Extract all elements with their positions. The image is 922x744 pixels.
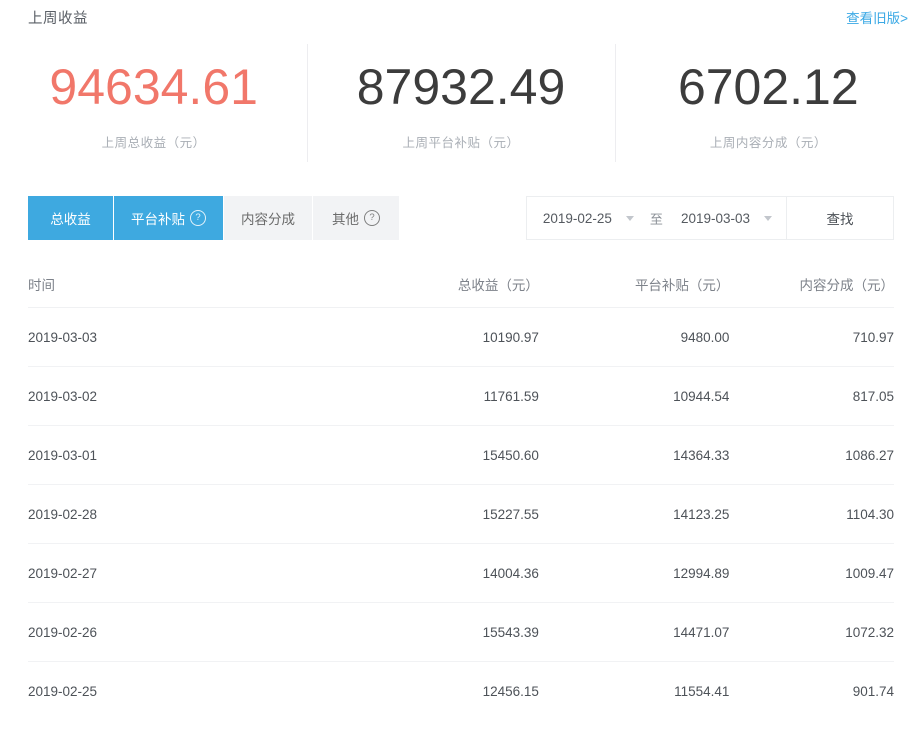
stat-value-content-share: 6702.12 bbox=[677, 59, 859, 115]
cell-subsidy: 11554.41 bbox=[674, 684, 730, 699]
cell-content-share: 1086.27 bbox=[729, 425, 894, 485]
stat-label-content-share: 上周内容分成（元） bbox=[709, 136, 827, 150]
stat-value-platform-subsidy: 87932.49 bbox=[356, 59, 566, 115]
table-header-row: 时间 总收益（元） 平台补贴（元） 内容分成（元） bbox=[28, 262, 894, 308]
cell-date: 2019-03-02 bbox=[28, 366, 340, 426]
cell-total-earnings: 14004.36 bbox=[339, 543, 539, 603]
search-button[interactable]: 查找 bbox=[786, 197, 893, 239]
cell-content-share: 1009.47 bbox=[729, 543, 894, 603]
tab-platform-subsidy[interactable]: 平台补贴 ? bbox=[114, 196, 224, 240]
date-range-picker: 2019-02-25 至 2019-03-03 查找 bbox=[525, 196, 894, 240]
cell-date: 2019-02-27 bbox=[28, 543, 340, 603]
cell-total-earnings: 10190.97 bbox=[339, 307, 539, 367]
cell-subsidy: 10944.54 bbox=[538, 366, 730, 426]
date-range-separator: 至 bbox=[649, 211, 663, 227]
cell-date: 2019-02-28 bbox=[28, 484, 340, 544]
table-row: 2019-02-28 15227.55 14123.25 1104.30 bbox=[28, 484, 894, 544]
cell-subsidy: 14364.33 bbox=[538, 425, 730, 485]
tab-label-content-share: 内容分成 bbox=[241, 212, 295, 227]
tab-other[interactable]: 其他 ? bbox=[313, 196, 399, 240]
table-row: 2019-02-26 15543.39 14471.07 1072.32 bbox=[28, 602, 894, 662]
cell-total-earnings: 15543.39 bbox=[339, 602, 539, 662]
start-date-input[interactable]: 2019-02-25 bbox=[527, 197, 648, 239]
cell-content-share: 1104.30 bbox=[729, 484, 894, 544]
cell-date: 2019-02-26 bbox=[28, 602, 340, 662]
table-row: 2019-03-02 11761.59 10944.54 817.05 bbox=[28, 366, 894, 426]
tab-content-share[interactable]: 内容分成 bbox=[224, 196, 313, 240]
cell-subsidy: 12994.89 bbox=[538, 543, 730, 603]
cell-content-share: 817.05 bbox=[729, 366, 894, 426]
chevron-down-icon bbox=[764, 215, 772, 221]
cell-date: 2019-03-01 bbox=[28, 425, 340, 485]
stat-label-platform-subsidy: 上周平台补贴（元） bbox=[402, 136, 520, 150]
table-row: 2019-03-01 15450.60 14364.33 1086.27 bbox=[28, 425, 894, 485]
cell-date: 2019-02-25 bbox=[28, 684, 98, 699]
table-row: 2019-02-25 12456.15 11554.41 901.74 bbox=[28, 662, 894, 721]
stat-value-total-earnings: 94634.61 bbox=[49, 59, 258, 115]
start-date-value: 2019-02-25 bbox=[542, 210, 612, 226]
cell-date: 2019-03-03 bbox=[28, 307, 340, 367]
cell-total-earnings: 15227.55 bbox=[339, 484, 539, 544]
tab-label-other: 其他 bbox=[332, 212, 359, 227]
cell-content-share: 1072.32 bbox=[729, 602, 894, 662]
column-header-content-share: 内容分成（元） bbox=[729, 262, 894, 308]
table-row: 2019-03-03 10190.97 9480.00 710.97 bbox=[28, 307, 894, 367]
chevron-down-icon bbox=[625, 215, 634, 221]
tab-label-total-earnings: 总收益 bbox=[50, 212, 91, 227]
column-header-total-earnings: 总收益（元） bbox=[339, 262, 539, 308]
cell-total-earnings: 12456.15 bbox=[482, 684, 539, 699]
stat-card-platform-subsidy: 87932.49 上周平台补贴（元） bbox=[307, 42, 614, 174]
view-old-version-link[interactable]: 查看旧版> bbox=[846, 7, 908, 27]
stat-card-total-earnings: 94634.61 上周总收益（元） bbox=[0, 42, 307, 174]
table-row: 2019-02-27 14004.36 12994.89 1009.47 bbox=[28, 543, 894, 603]
cell-total-earnings: 15450.60 bbox=[339, 425, 539, 485]
help-question-icon[interactable]: ? bbox=[364, 210, 380, 226]
summary-stats: 94634.61 上周总收益（元） 87932.49 上周平台补贴（元） 670… bbox=[0, 34, 922, 174]
stat-card-content-share: 6702.12 上周内容分成（元） bbox=[614, 42, 922, 174]
cell-content-share: 710.97 bbox=[729, 307, 894, 367]
cell-subsidy: 14471.07 bbox=[538, 602, 730, 662]
earnings-table: 时间 总收益（元） 平台补贴（元） 内容分成（元） 2019-03-03 101… bbox=[0, 262, 922, 720]
tab-bar: 总收益 平台补贴 ? 内容分成 其他 ? bbox=[28, 196, 399, 240]
column-header-subsidy: 平台补贴（元） bbox=[538, 262, 730, 308]
page-title: 上周收益 bbox=[28, 10, 88, 27]
controls-row: 总收益 平台补贴 ? 内容分成 其他 ? 2019-02-25 至 2019-0… bbox=[0, 196, 922, 240]
tab-label-platform-subsidy: 平台补贴 bbox=[131, 212, 185, 227]
end-date-input[interactable]: 2019-03-03 bbox=[665, 197, 786, 239]
column-header-time: 时间 bbox=[28, 262, 340, 308]
stat-label-total-earnings: 上周总收益（元） bbox=[101, 136, 206, 150]
tab-total-earnings[interactable]: 总收益 bbox=[28, 196, 114, 240]
top-bar: 上周收益 查看旧版> bbox=[0, 0, 922, 34]
cell-subsidy: 9480.00 bbox=[538, 307, 730, 367]
cell-subsidy: 14123.25 bbox=[538, 484, 730, 544]
cell-content-share: 901.74 bbox=[852, 684, 894, 699]
help-question-icon[interactable]: ? bbox=[190, 210, 206, 226]
cell-total-earnings: 11761.59 bbox=[339, 366, 539, 426]
end-date-value: 2019-03-03 bbox=[680, 210, 750, 226]
